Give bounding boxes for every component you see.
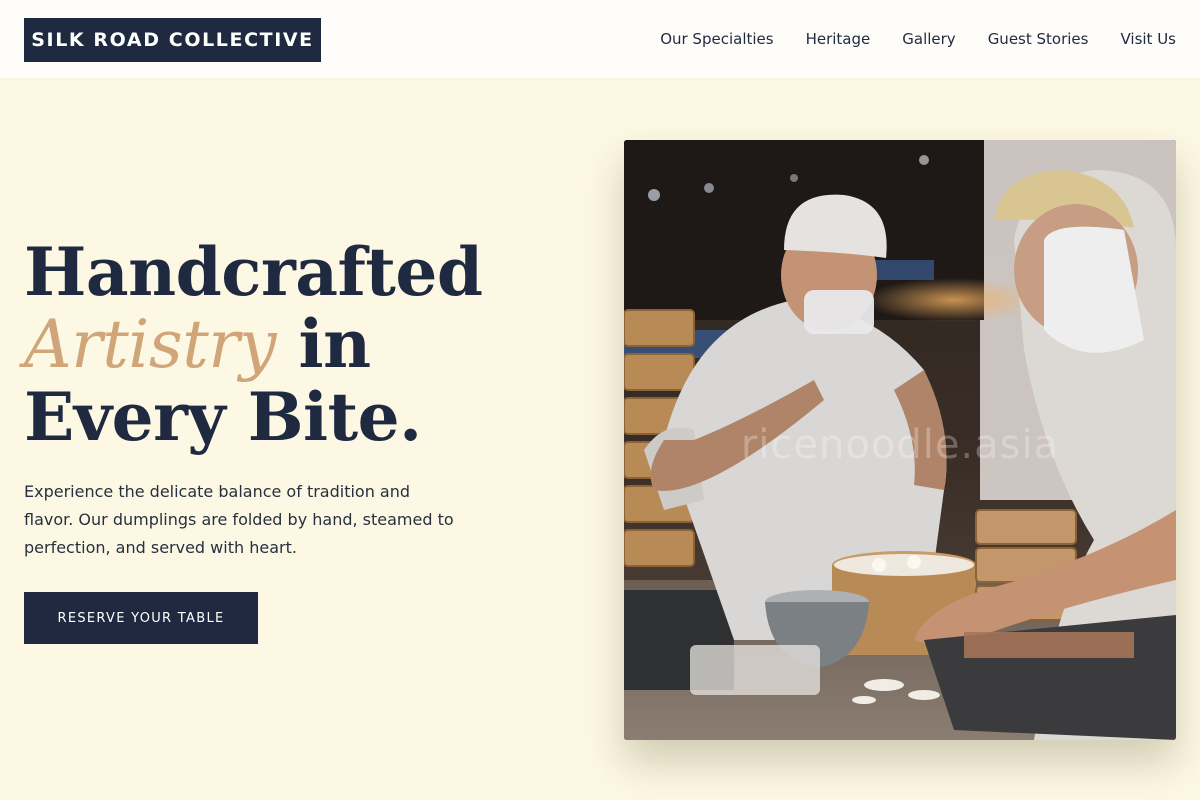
brand-logo[interactable]: SILK ROAD COLLECTIVE xyxy=(24,18,321,62)
headline-part1: Handcrafted xyxy=(24,233,483,311)
headline-accent: Artistry xyxy=(24,306,277,383)
nav-link-guest-stories[interactable]: Guest Stories xyxy=(988,30,1089,48)
site-header: SILK ROAD COLLECTIVE Our Specialties Her… xyxy=(0,0,1200,78)
hero-image: ricenoodle.asia xyxy=(624,140,1176,740)
reserve-table-button[interactable]: RESERVE YOUR TABLE xyxy=(24,592,258,644)
nav-link-heritage[interactable]: Heritage xyxy=(806,30,871,48)
nav-link-gallery[interactable]: Gallery xyxy=(902,30,955,48)
chefs-folding-dumplings-icon xyxy=(624,140,1176,740)
hero-subtitle: Experience the delicate balance of tradi… xyxy=(24,482,454,557)
nav-link-visit-us[interactable]: Visit Us xyxy=(1120,30,1176,48)
main-nav: Our Specialties Heritage Gallery Guest S… xyxy=(660,0,1176,78)
nav-link-our-specialties[interactable]: Our Specialties xyxy=(660,30,773,48)
hero-headline: Handcrafted Artistry in Every Bite. xyxy=(24,236,584,453)
